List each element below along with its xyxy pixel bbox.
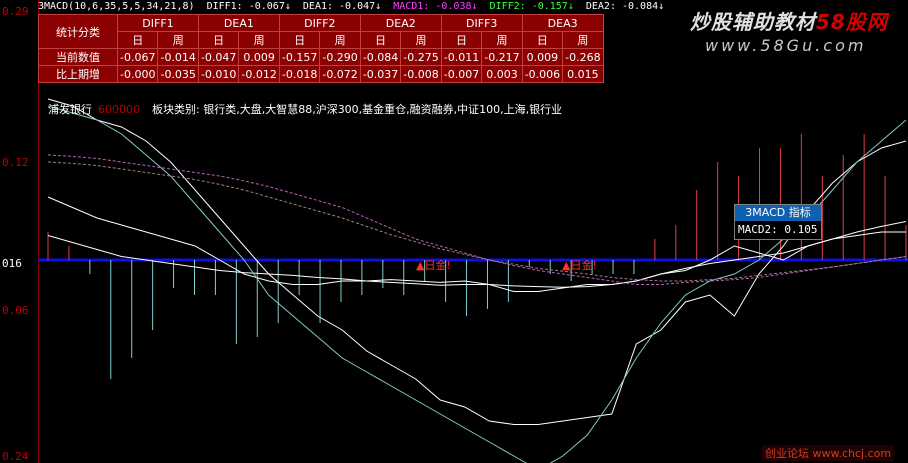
sub-header: 周: [400, 31, 442, 49]
sub-header: 周: [319, 31, 361, 49]
table-cell: -0.037: [359, 65, 402, 83]
table-cell: -0.047: [197, 48, 240, 66]
stock-chart-window: { "header": { "indicator": "3MACD(10,6,3…: [0, 0, 908, 463]
table-cell: -0.012: [238, 65, 280, 83]
table-cell: -0.157: [278, 48, 321, 66]
sub-header: 周: [238, 31, 280, 49]
table-cell: -0.010: [197, 65, 240, 83]
group-header: DEA3: [521, 14, 604, 32]
sub-header: 日: [521, 31, 564, 49]
series-line-diff2: [47, 98, 907, 425]
sub-header: 周: [481, 31, 523, 49]
sub-header: 周: [562, 31, 604, 49]
table-cell: 0.015: [562, 65, 604, 83]
table-cell: -0.000: [116, 65, 159, 83]
table-cell: -0.035: [157, 65, 199, 83]
site-url: www.58Gu.com: [705, 36, 867, 55]
group-header: DEA1: [197, 14, 280, 32]
row-label: 当前数值: [38, 48, 118, 66]
row-label: 比上期增: [38, 65, 118, 83]
sub-header: 日: [278, 31, 321, 49]
tooltip-title: 3MACD 指标: [735, 205, 821, 221]
table-cell: -0.067: [116, 48, 159, 66]
indicator-stat-table: 统计分类 DIFF1 DEA1 DIFF2 DEA2 DIFF3 DEA3 日周…: [38, 14, 604, 83]
table-cell: -0.072: [319, 65, 361, 83]
group-header: DIFF2: [278, 14, 361, 32]
sub-header: 日: [440, 31, 483, 49]
table-cell: -0.014: [157, 48, 199, 66]
table-corner: 统计分类: [38, 14, 118, 49]
tooltip-value: MACD2: 0.105: [738, 223, 818, 236]
site-logo: 炒股辅助教材58股网: [690, 10, 888, 34]
stock-info: 浦发银行 600000 板块类别: 银行类,大盘,大智慧88,沪深300,基金重仓,…: [48, 101, 562, 117]
group-header: DEA2: [359, 14, 442, 32]
table-cell: 0.009: [238, 48, 280, 66]
indicator-tooltip: 3MACD 指标 MACD2: 0.105: [734, 204, 822, 240]
group-header: DIFF3: [440, 14, 523, 32]
table-cell: -0.008: [400, 65, 442, 83]
table-cell: -0.268: [562, 48, 604, 66]
sub-header: 日: [116, 31, 159, 49]
group-header: DIFF1: [117, 14, 199, 32]
table-cell: 0.003: [481, 65, 523, 83]
table-cell: -0.217: [481, 48, 523, 66]
footer-watermark: 创业论坛 www.chcj.com: [762, 445, 895, 461]
stock-code: 600000: [98, 103, 140, 116]
sub-header: 周: [157, 31, 199, 49]
sub-header: 日: [197, 31, 240, 49]
table-cell: -0.007: [440, 65, 483, 83]
signal-marker: ▲日金!: [416, 258, 451, 272]
sub-header: 日: [359, 31, 402, 49]
table-cell: -0.018: [278, 65, 321, 83]
stock-name: 浦发银行: [48, 103, 92, 116]
signal-marker: ▲日金!: [562, 258, 597, 272]
table-cell: -0.011: [440, 48, 483, 66]
table-cell: 0.009: [521, 48, 564, 66]
table-cell: -0.006: [521, 65, 564, 83]
table-cell: -0.084: [359, 48, 402, 66]
table-cell: -0.275: [400, 48, 442, 66]
sector-list: 板块类别: 银行类,大盘,大智慧88,沪深300,基金重仓,融资融券,中证100…: [152, 103, 563, 116]
table-cell: -0.290: [319, 48, 361, 66]
